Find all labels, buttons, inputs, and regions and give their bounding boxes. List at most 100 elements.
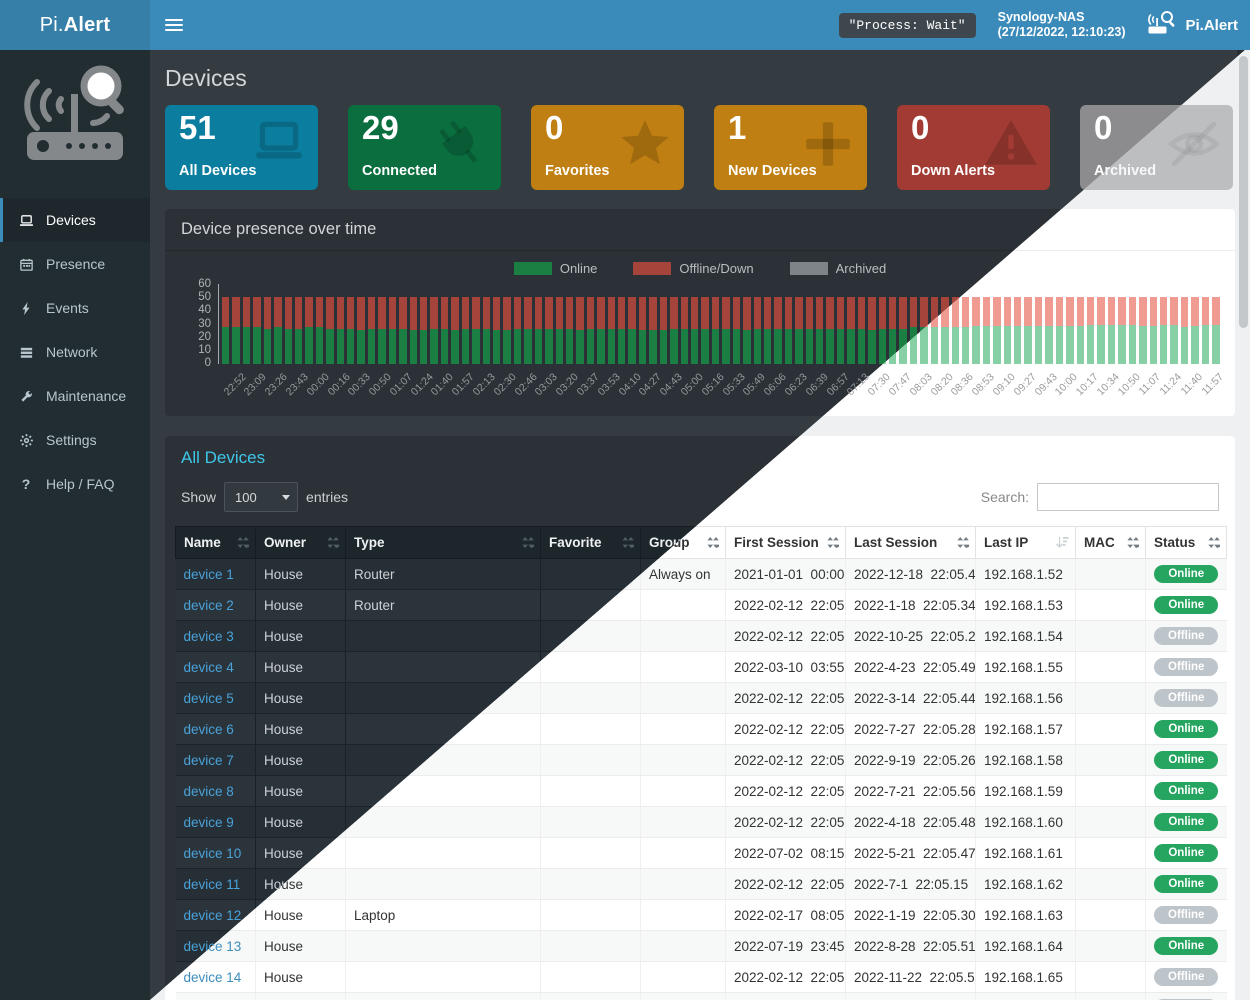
column-header-type[interactable]: Type <box>346 527 541 559</box>
card-label: All Devices <box>179 163 256 179</box>
device-name-link[interactable]: device 6 <box>184 722 234 737</box>
online-segment <box>785 329 792 365</box>
router-search-icon <box>1147 10 1177 40</box>
offline-segment <box>389 297 396 329</box>
online-segment <box>733 329 740 365</box>
presence-bar <box>1097 297 1104 364</box>
offline-segment <box>483 297 490 329</box>
sidebar-item-settings[interactable]: Settings <box>0 418 150 462</box>
column-header-status[interactable]: Status <box>1146 527 1227 559</box>
scrollbar-thumb[interactable] <box>1239 56 1248 328</box>
search-input[interactable] <box>1037 483 1219 511</box>
y-axis-tick: 60 <box>198 279 211 290</box>
summary-card-all-devices[interactable]: 51All Devices <box>165 105 318 190</box>
device-name-link[interactable]: device 10 <box>184 846 242 861</box>
presence-bar <box>1035 297 1042 364</box>
presence-bar <box>514 297 521 364</box>
offline-segment <box>691 297 698 329</box>
pi-alert-app: Pi.Alert "Process: Wait" Synology-NAS (2… <box>0 0 1250 1000</box>
type-cell <box>346 931 541 962</box>
device-name-link[interactable]: device 3 <box>184 629 234 644</box>
presence-bar <box>649 297 656 364</box>
status-badge: Offline <box>1154 658 1218 676</box>
online-segment <box>243 327 250 364</box>
legend-item-online[interactable]: Online <box>514 261 598 276</box>
y-axis-tick: 20 <box>198 332 211 343</box>
x-axis-label-cell: 04:10 <box>616 364 637 414</box>
mac-cell <box>1076 559 1146 590</box>
presence-bar <box>232 297 239 364</box>
presence-bar <box>1181 297 1188 364</box>
presence-bar <box>639 297 646 364</box>
mac-cell <box>1076 776 1146 807</box>
last-session-cell: 2022-1-18 22:05.34 <box>846 590 976 621</box>
offline-segment <box>545 297 552 329</box>
x-axis-label-cell: 04:27 <box>637 364 658 414</box>
legend-item-archived[interactable]: Archived <box>790 261 887 276</box>
device-name-link[interactable]: device 12 <box>184 908 242 923</box>
hamburger-menu-button[interactable] <box>165 19 183 32</box>
device-name-link[interactable]: device 11 <box>184 877 241 892</box>
sidebar-item-maintenance[interactable]: Maintenance <box>0 374 150 418</box>
device-name-link[interactable]: device 2 <box>184 598 234 613</box>
summary-card-connected[interactable]: 29Connected <box>348 105 501 190</box>
offline-segment <box>274 297 281 327</box>
first-session-cell: 2022-02-12 22:05 <box>726 745 846 776</box>
sidebar-item-help-faq[interactable]: ?Help / FAQ <box>0 462 150 506</box>
x-axis-label-cell: 00:50 <box>367 364 388 414</box>
sidebar-item-events[interactable]: Events <box>0 286 150 330</box>
column-header-last-ip[interactable]: Last IP <box>976 527 1076 559</box>
entries-select[interactable]: 100 <box>224 482 298 512</box>
summary-card-archived[interactable]: 0Archived <box>1080 105 1233 190</box>
type-cell <box>346 621 541 652</box>
type-cell <box>346 807 541 838</box>
device-name-link[interactable]: device 14 <box>184 970 242 985</box>
online-segment <box>701 329 708 365</box>
device-name-link[interactable]: device 4 <box>184 660 234 675</box>
last-ip-cell: 192.168.1.62 <box>976 869 1076 900</box>
column-header-last-session[interactable]: Last Session <box>846 527 976 559</box>
offline-segment <box>503 297 510 330</box>
offline-segment <box>952 297 959 327</box>
summary-card-favorites[interactable]: 0Favorites <box>531 105 684 190</box>
legend-item-offline-down[interactable]: Offline/Down <box>633 261 753 276</box>
page-scrollbar[interactable] <box>1237 50 1250 1000</box>
favorite-cell <box>541 807 641 838</box>
device-name-link[interactable]: device 1 <box>184 567 234 582</box>
offline-segment <box>472 297 479 329</box>
offline-segment <box>1129 297 1136 325</box>
column-header-owner[interactable]: Owner <box>256 527 346 559</box>
column-header-favorite[interactable]: Favorite <box>541 527 641 559</box>
x-axis-label-cell: 00:00 <box>304 364 325 414</box>
offline-segment <box>347 297 354 329</box>
last-session-cell: 2022-5-21 22:05.47 <box>846 838 976 869</box>
column-header-group[interactable]: Group <box>641 527 726 559</box>
x-axis-label-cell: 23:09 <box>242 364 263 414</box>
device-name-link[interactable]: device 9 <box>184 815 234 830</box>
online-segment <box>952 327 959 364</box>
device-name-link[interactable]: device 8 <box>184 784 234 799</box>
summary-card-new-devices[interactable]: 1New Devices <box>714 105 867 190</box>
favorite-cell <box>541 776 641 807</box>
x-axis-label-cell: 05:00 <box>679 364 700 414</box>
brand-logo[interactable]: Pi.Alert <box>0 0 150 50</box>
column-header-name[interactable]: Name <box>176 527 256 559</box>
sidebar-item-presence[interactable]: Presence <box>0 242 150 286</box>
online-segment <box>889 329 896 365</box>
device-name-link[interactable]: device 5 <box>184 691 234 706</box>
presence-bar <box>368 297 375 364</box>
column-label: Last Session <box>854 535 937 550</box>
presence-bar <box>535 297 542 364</box>
sidebar-item-network[interactable]: Network <box>0 330 150 374</box>
device-name-link[interactable]: device 13 <box>184 939 242 954</box>
column-header-first-session[interactable]: First Session <box>726 527 846 559</box>
sidebar-item-devices[interactable]: Devices <box>0 198 150 242</box>
column-header-mac[interactable]: MAC <box>1076 527 1146 559</box>
x-axis-label-cell: 03:37 <box>575 364 596 414</box>
sidebar-item-label: Network <box>46 344 97 360</box>
table-row: device 6House2022-02-12 22:052022-7-27 2… <box>176 714 1227 745</box>
online-segment <box>1212 325 1219 365</box>
summary-card-down-alerts[interactable]: 0Down Alerts <box>897 105 1050 190</box>
last-session-cell: 2022-11-22 22:05.54 <box>846 993 976 1000</box>
device-name-link[interactable]: device 7 <box>184 753 234 768</box>
